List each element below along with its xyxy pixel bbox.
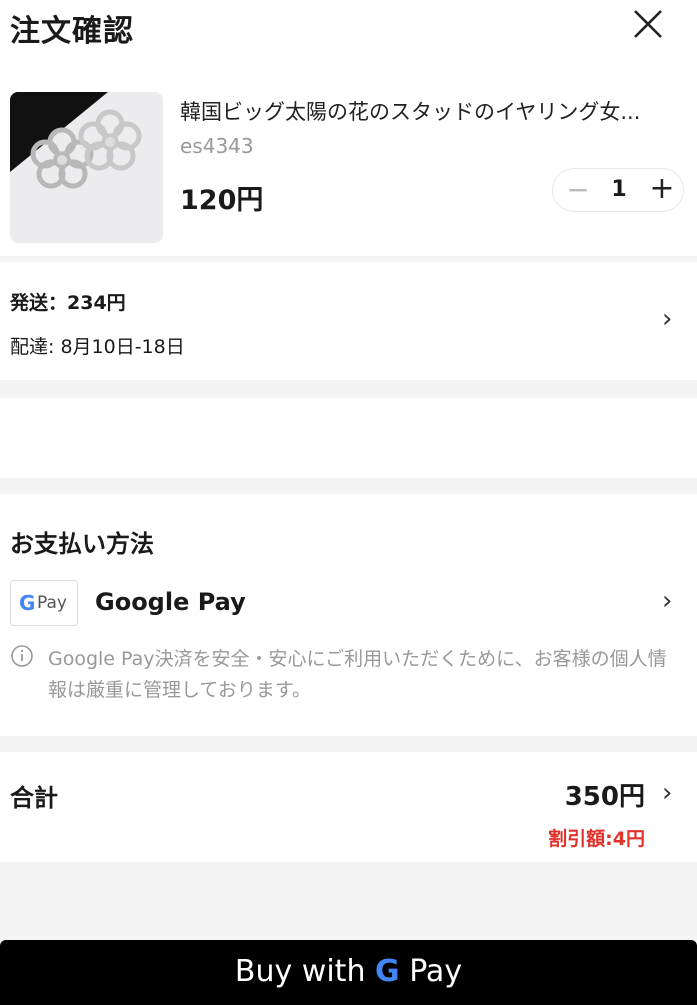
google-g-icon: G [375, 954, 400, 989]
quantity-stepper: − 1 + [552, 168, 684, 212]
google-pay-logo: G Pay [10, 580, 78, 626]
product-image[interactable] [10, 92, 163, 243]
chevron-right-icon: › [662, 586, 673, 616]
discount-amount: 割引額:4円 [548, 828, 645, 850]
info-icon [11, 645, 33, 667]
quantity-value: 1 [611, 177, 627, 202]
total-amount: 350円 [564, 782, 645, 812]
product-card: 韓国ビッグ太陽の花のスタッドのイヤリング女... es4343 120円 − 1… [0, 70, 697, 256]
payment-method-google-pay[interactable]: G Pay Google Pay › [0, 580, 697, 632]
payment-security-notice: Google Pay決済を安全・安心にご利用いただくために、お客様の個人情報は厳… [48, 648, 667, 701]
shipping-row[interactable]: 発送：234円 配達: 8月10日-18日 › [0, 262, 697, 380]
close-icon[interactable] [628, 4, 668, 44]
product-sku: es4343 [180, 134, 254, 158]
decrease-button[interactable]: − [563, 173, 593, 206]
delivery-date: 配達: 8月10日-18日 [10, 336, 185, 358]
chevron-right-icon: › [662, 778, 673, 808]
buy-with-google-pay-button[interactable]: Buy with G Pay [0, 940, 697, 1005]
shipping-fee: 発送：234円 [10, 292, 126, 314]
payment-title: お支払い方法 [10, 530, 154, 558]
buy-suffix: Pay [409, 954, 463, 989]
page-title: 注文確認 [10, 14, 134, 49]
payment-method-name: Google Pay [95, 588, 246, 616]
total-label: 合計 [10, 784, 58, 812]
google-g-icon: G [19, 591, 36, 615]
product-name[interactable]: 韓国ビッグ太陽の花のスタッドのイヤリング女... [180, 96, 680, 126]
payment-section: お支払い方法 G Pay Google Pay › Google Pay決済を安… [0, 494, 697, 736]
buy-button-label: Buy with G Pay [0, 954, 697, 989]
product-price: 120円 [180, 185, 264, 216]
total-row[interactable]: 合計 350円 › 割引額:4円 [0, 752, 697, 862]
header: 注文確認 [0, 0, 697, 70]
chevron-right-icon: › [662, 304, 673, 334]
google-pay-badge-text: Pay [37, 593, 67, 613]
buy-prefix: Buy with [234, 954, 366, 989]
empty-section [0, 398, 697, 478]
increase-button[interactable]: + [647, 171, 677, 206]
